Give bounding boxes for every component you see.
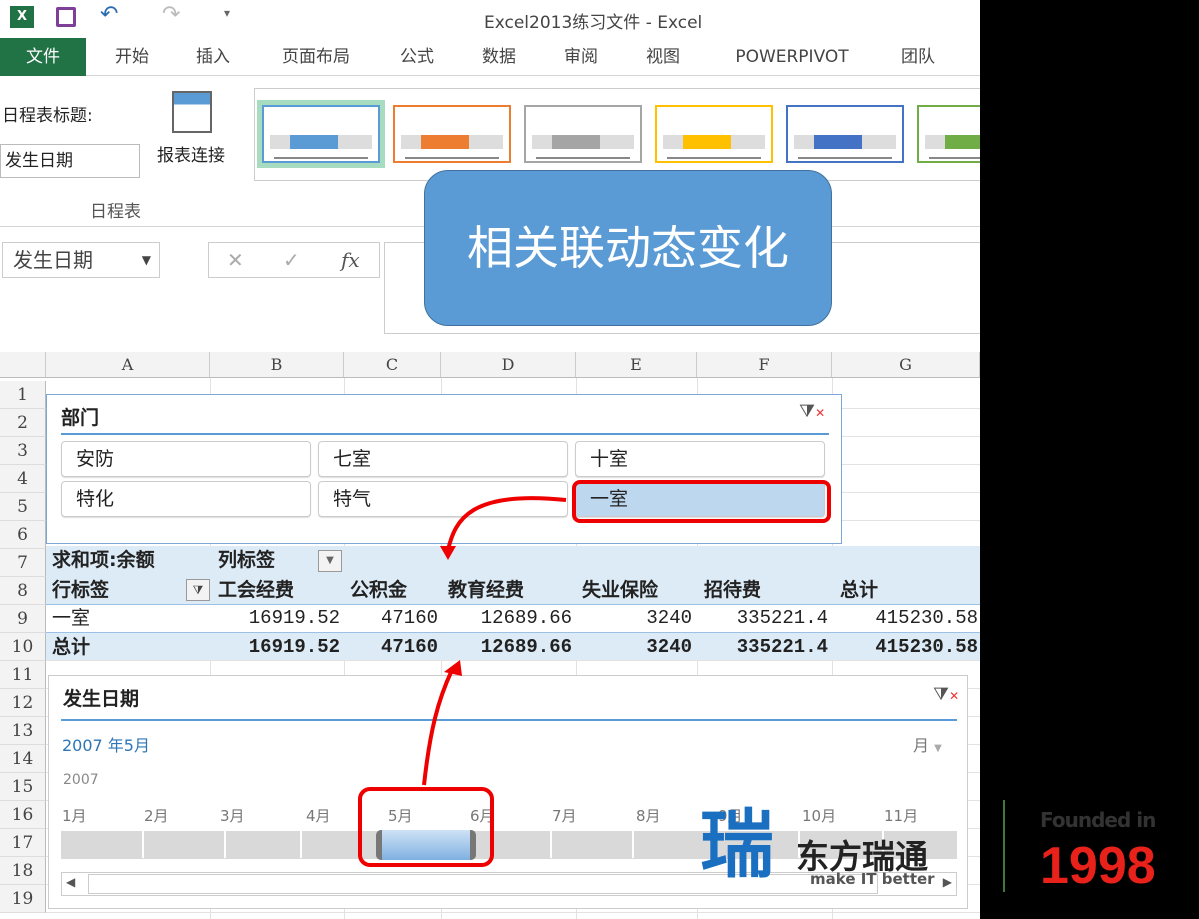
logo-glyph: 瑞 [700,802,774,888]
company-logo: 瑞 东方瑞通 make IT better [700,785,970,905]
callout-box: 相关联动态变化 [424,170,832,326]
logo-en: make IT better [810,870,935,888]
arrowhead-icon [440,546,456,560]
arrow-timeline-to-pivot [422,669,454,786]
founded-label: Founded in [1040,808,1156,832]
excel-window: X ↶ ↷ ▾ Excel2013练习文件 - Excel 文件 开始 插入 页… [0,0,980,919]
arrows-overlay [422,496,567,786]
divider [1003,800,1005,892]
arrow-slicer-to-pivot [446,496,567,551]
arrowhead-icon [444,660,462,676]
founded-year: 1998 [1040,837,1156,895]
